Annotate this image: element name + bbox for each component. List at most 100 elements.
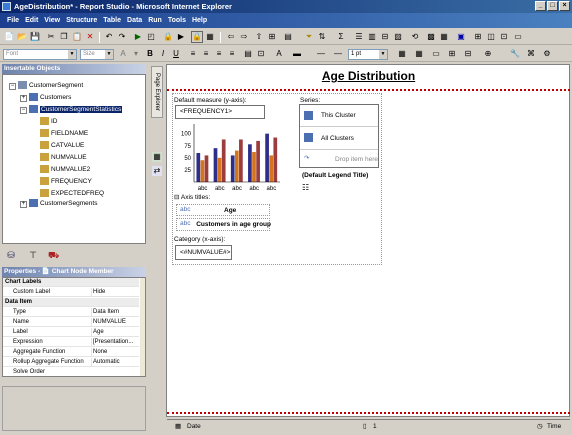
wrench-icon[interactable]: 🔧 [510,49,520,59]
line-icon[interactable]: — [333,49,343,59]
run-options-icon[interactable]: ▶ [176,32,186,42]
forward-icon[interactable]: ⇨ [239,32,249,42]
tree-node-numvalue2[interactable]: NUMVALUE2 [40,165,90,175]
merge-icon[interactable]: ⊞ [447,49,457,59]
tab-page-explorer[interactable]: Page Explorer [151,66,163,118]
property-row[interactable]: Rollup Aggregate Function Automatic [3,358,139,367]
copy-icon[interactable]: ❐ [59,32,69,42]
redo-icon[interactable]: ↷ [117,32,127,42]
tree-node-fieldname[interactable]: FIELDNAME [40,129,88,139]
fill-color-icon[interactable]: ▬ [292,49,302,59]
menu-tools[interactable]: Tools [165,13,189,28]
property-row[interactable]: Name NUMVALUE [3,318,139,327]
italic-icon[interactable]: I [158,49,168,59]
tree-node-catvalue[interactable]: CATVALUE [40,141,84,151]
run-icon[interactable]: ▶ [133,32,143,42]
default-measure-dropzone[interactable]: <FREQUENCY1> [175,105,265,119]
underline-icon[interactable]: U [171,49,181,59]
minimize-button[interactable]: _ [535,1,546,11]
size-select[interactable]: Size ▼ [80,49,114,60]
footer-page-number[interactable]: 1 [373,420,377,433]
source-tab-icon[interactable]: ⛁ [6,250,16,260]
font-select[interactable]: Font ▼ [3,49,77,60]
tree-node-customer-segment-statistics[interactable]: CustomerSegmentStatistics [29,105,123,115]
property-row[interactable]: Type Data Item [3,308,139,317]
padding-icon[interactable]: ⊡ [256,49,266,59]
tree-node-id[interactable]: ID [40,117,58,127]
axis-title-zone[interactable]: abc Age [176,204,270,216]
open-icon[interactable]: 📂 [17,32,27,42]
axis-title-y[interactable]: Customers in age group [177,221,271,228]
toolbox-tab-icon[interactable]: ⛟ [48,250,59,260]
collapse-icon[interactable]: − [9,83,16,90]
property-row[interactable]: Expression [Presentation... [3,338,139,347]
property-row[interactable]: Label Age [3,328,139,337]
series-item[interactable]: This Cluster [321,112,356,119]
new-icon[interactable]: 📄 [4,32,14,42]
axis-title-x[interactable]: Age [224,207,236,214]
pin-icon[interactable]: 🔒 [191,31,203,43]
menu-edit[interactable]: Edit [22,13,41,28]
format-icon[interactable]: ☰ [354,32,364,42]
borders-icon[interactable]: ▦ [397,49,407,59]
view-icon[interactable]: ▤ [283,32,293,42]
tree-node-customers[interactable]: Customers [29,93,71,103]
tree-node-frequency[interactable]: FREQUENCY [40,177,92,187]
menu-file[interactable]: File [4,13,22,28]
grid-icon[interactable]: ▦ [414,49,424,59]
tree-node-customer-segments[interactable]: CustomerSegments [29,199,97,209]
font-color-icon[interactable]: A [274,49,284,59]
collapse-icon[interactable]: ⊟ [174,194,179,201]
property-group[interactable]: Data Item [3,298,139,307]
tree-node-root[interactable]: CustomerSegment [18,81,83,91]
paste-icon[interactable]: 📋 [72,32,82,42]
up-icon[interactable]: ⇧ [254,32,264,42]
line-width-select[interactable]: 1 pt ▼ [348,49,388,60]
expand-icon[interactable]: + [20,95,27,102]
close-button[interactable]: × [559,1,570,11]
menu-run[interactable]: Run [145,13,165,28]
tree-node-expectedfreq[interactable]: EXPECTEDFREQ [40,189,104,199]
conditional-icon[interactable]: ◫ [486,32,496,42]
properties-icon[interactable]: ⚙ [542,49,552,59]
maximize-button[interactable]: □ [547,1,558,11]
legend-title[interactable]: (Default Legend Title) [302,172,368,179]
pivot-icon[interactable]: ⟲ [410,32,420,42]
filter-icon[interactable]: ⏷ [304,32,314,42]
query-explorer-icon[interactable]: ▦ [152,152,162,162]
border-style-icon[interactable]: — [316,49,326,59]
layout-icon[interactable]: ▦ [205,32,215,42]
fill-icon[interactable]: ▾ [131,49,141,59]
hierarchy-icon[interactable]: ⊞ [267,32,277,42]
align-right-icon[interactable]: ≡ [214,49,224,59]
footer-date[interactable]: Date [187,420,201,433]
collapse-icon[interactable]: − [20,107,27,114]
axis-title-zone[interactable]: abc Customers in age group [176,218,271,231]
font-icon[interactable]: A [118,49,128,59]
back-icon[interactable]: ⇦ [226,32,236,42]
query-icon[interactable]: ⊡ [499,32,509,42]
align-left-icon[interactable]: ≡ [188,49,198,59]
expand-icon[interactable]: + [20,201,27,208]
preview-icon[interactable]: ◰ [146,32,156,42]
table-icon[interactable]: ▦ [439,32,449,42]
list-icon[interactable]: ▣ [456,32,466,42]
series-item[interactable]: All Clusters [321,135,354,142]
cell-icon[interactable]: ▭ [431,49,441,59]
menu-data[interactable]: Data [124,13,145,28]
series-dropzone[interactable]: This Cluster All Clusters ↷ Drop item he… [299,104,379,168]
footer-time[interactable]: Time [547,420,561,433]
section-icon[interactable]: ▨ [393,32,403,42]
aggregate-icon[interactable]: Σ [336,32,346,42]
headers-icon[interactable]: ▥ [367,32,377,42]
insert-row-icon[interactable]: ⊕ [483,49,493,59]
properties-scrollbar[interactable] [140,278,145,376]
justify-icon[interactable]: ≡ [227,49,237,59]
split-icon[interactable]: ⊟ [463,49,473,59]
property-group[interactable]: Chart Labels [3,278,139,287]
property-row[interactable]: Solve Order [3,368,139,376]
group-icon[interactable]: ⊟ [380,32,390,42]
property-row[interactable]: Custom Label Hide [3,288,139,297]
property-row[interactable]: Aggregate Function None [3,348,139,357]
align-center-icon[interactable]: ≡ [201,49,211,59]
